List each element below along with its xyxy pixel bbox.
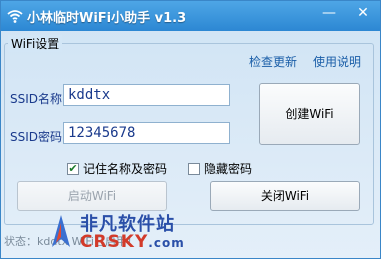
check-update-link[interactable]: 检查更新 xyxy=(249,53,297,70)
watermark-line2-text: CRSKY xyxy=(80,232,149,252)
remember-checkbox[interactable]: ✔ 记住名称及密码 xyxy=(67,160,167,177)
minimize-button[interactable]: — xyxy=(320,3,338,23)
watermark-logo-icon xyxy=(52,215,70,247)
ssid-password-label: SSID密码: xyxy=(10,130,67,144)
hide-password-checkbox-label: 隐藏密码 xyxy=(204,162,253,176)
hide-password-checkbox-box[interactable] xyxy=(188,162,200,175)
close-window-button[interactable]: ✕ xyxy=(354,3,372,23)
hide-password-checkbox[interactable]: 隐藏密码 xyxy=(188,160,252,177)
remember-checkbox-label: 记住名称及密码 xyxy=(83,162,168,176)
window-title: 小林临时WiFi小助手 v1.3 xyxy=(27,11,187,26)
ssid-password-input[interactable] xyxy=(63,122,230,144)
help-link[interactable]: 使用说明 xyxy=(313,53,361,70)
ssid-name-input[interactable] xyxy=(63,84,230,106)
remember-checkbox-box[interactable]: ✔ xyxy=(67,162,79,175)
title-bar[interactable]: 小林临时WiFi小助手 v1.3 — ✕ xyxy=(1,1,380,31)
close-wifi-button[interactable]: 关闭WiFi xyxy=(210,181,360,211)
start-wifi-button[interactable]: 启动WiFi xyxy=(17,181,167,211)
create-wifi-button[interactable]: 创建WiFi xyxy=(259,83,360,145)
watermark: 非凡软件站 CRSKY.com xyxy=(46,210,236,254)
watermark-line2-suffix: .com xyxy=(148,236,185,250)
wifi-icon xyxy=(7,10,23,23)
wifi-settings-group-label: WiFi设置 xyxy=(8,35,63,52)
ssid-name-label: SSID名称: xyxy=(10,92,67,106)
watermark-line2: CRSKY.com xyxy=(80,232,185,252)
